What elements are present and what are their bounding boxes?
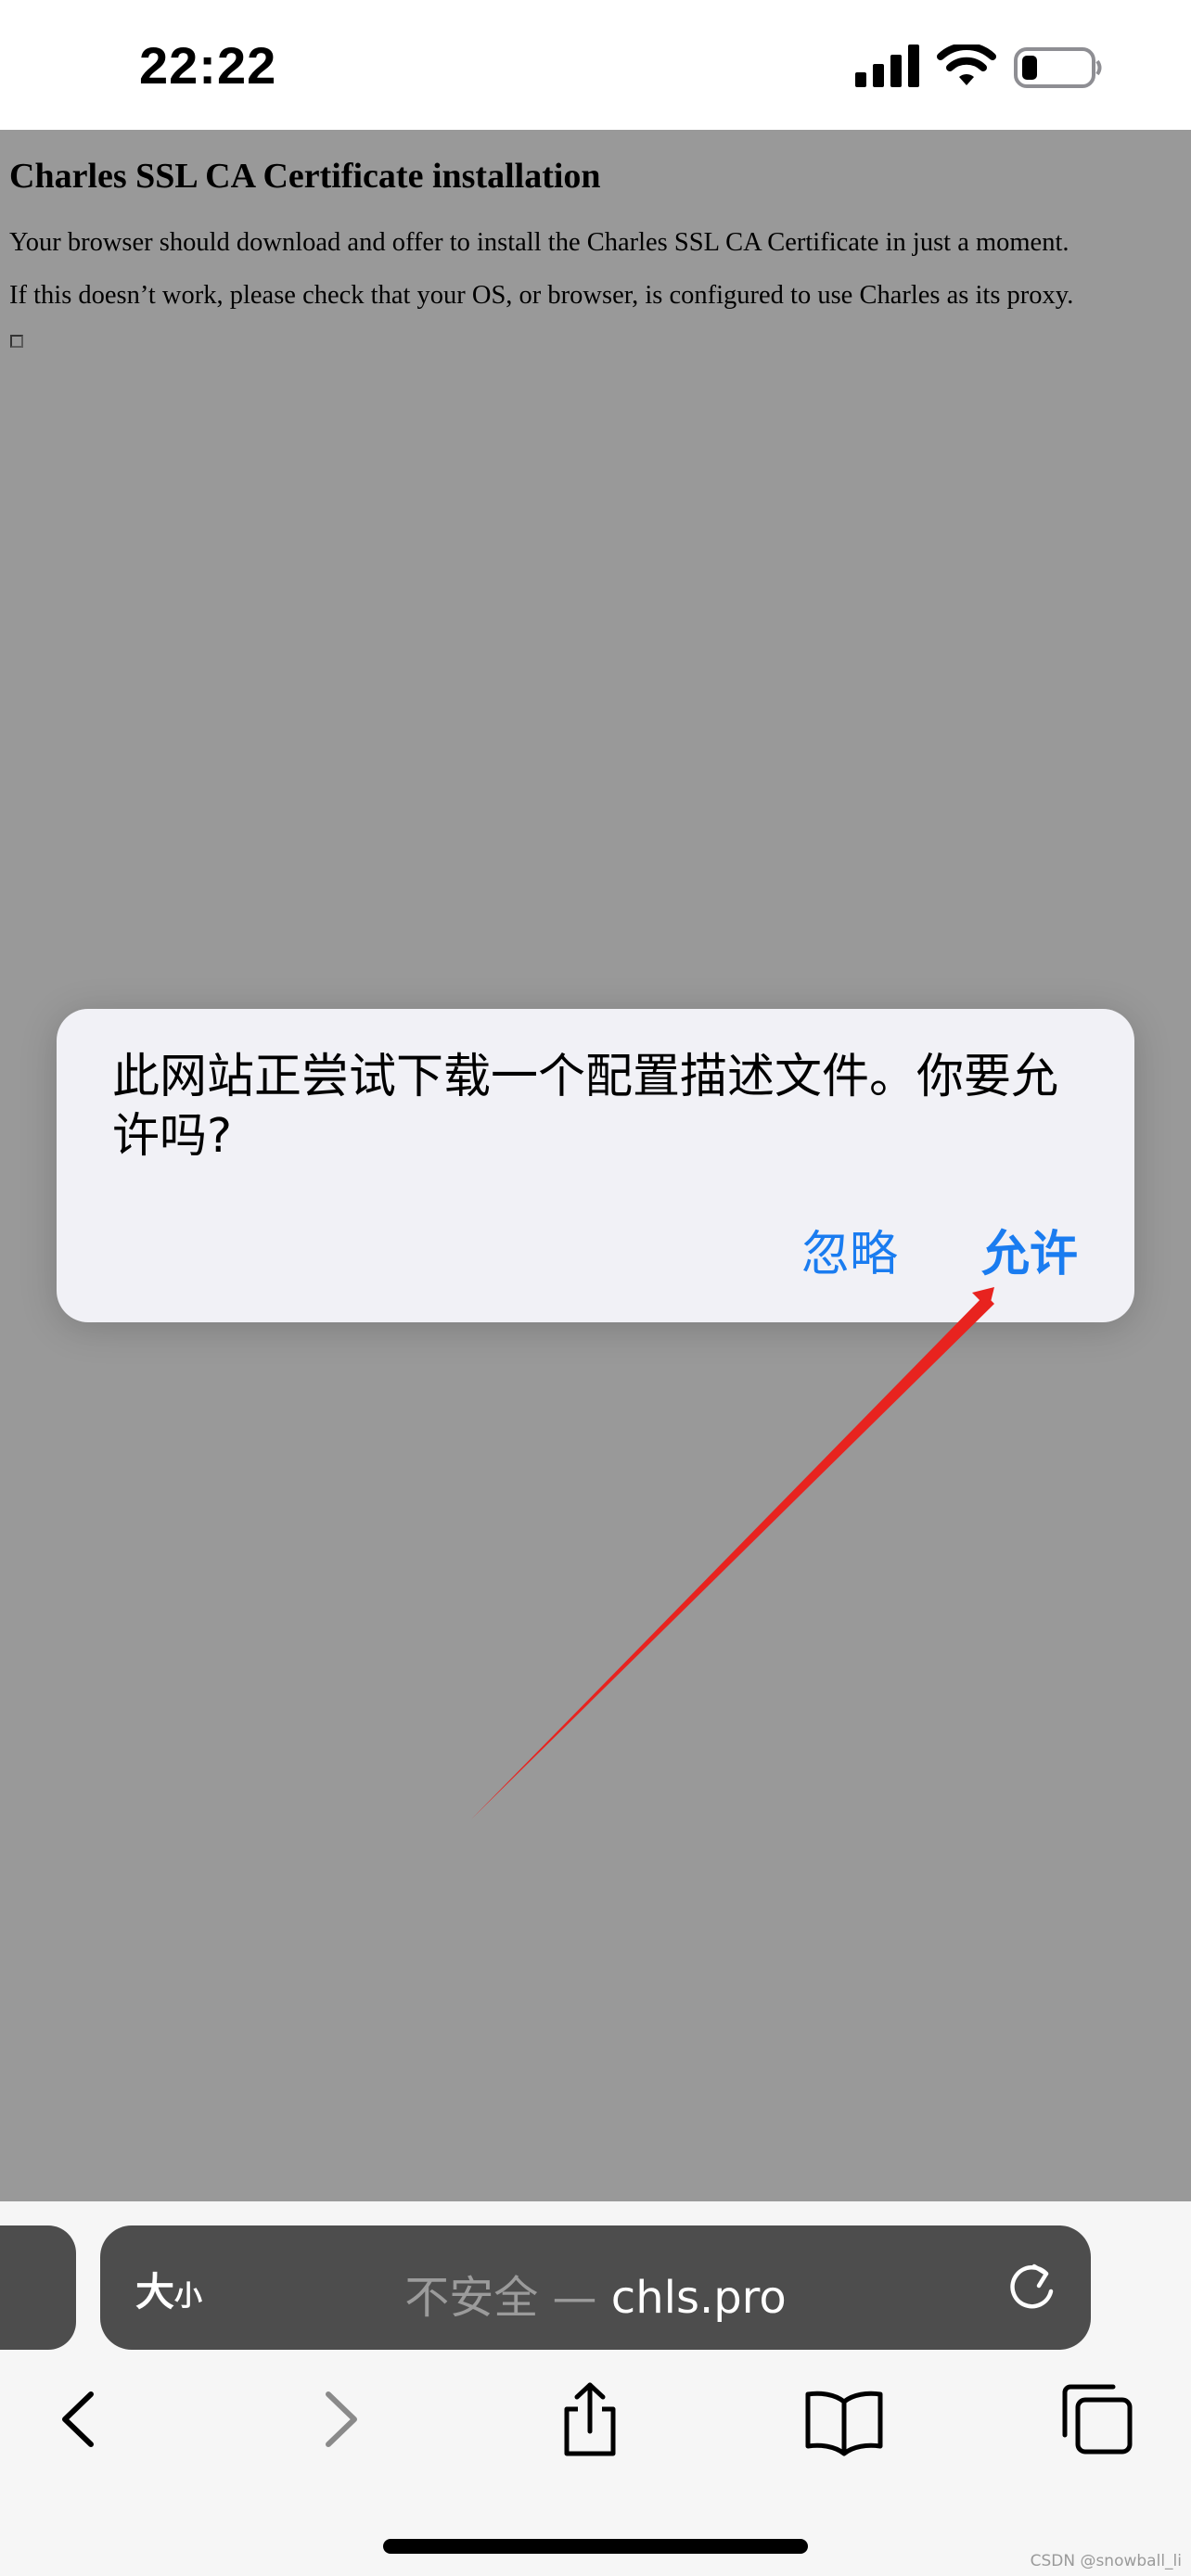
address-bar[interactable]: 大小 不安全 — chls.pro — [100, 2225, 1091, 2350]
back-icon[interactable] — [39, 2378, 122, 2461]
previous-tab-peek[interactable] — [0, 2225, 76, 2350]
alert-dialog: 此网站正尝试下载一个配置描述文件。你要允许吗? 忽略 允许 — [57, 1009, 1134, 1322]
status-bar: 22:22 — [0, 0, 1191, 130]
battery-icon — [1014, 47, 1102, 88]
url-host: chls.pro — [610, 2272, 787, 2324]
forward-icon[interactable] — [297, 2378, 380, 2461]
insecure-label: 不安全 — — [404, 2272, 611, 2324]
browser-toolbar — [0, 2378, 1191, 2470]
browser-bottom-bar: 大小 不安全 — chls.pro CSDN @snowball_li — [0, 2201, 1191, 2576]
bookmarks-icon[interactable] — [802, 2378, 886, 2461]
status-time: 22:22 — [139, 36, 277, 95]
tabs-icon[interactable] — [1056, 2378, 1139, 2461]
alert-message: 此网站正尝试下载一个配置描述文件。你要允许吗? — [112, 1050, 1059, 1164]
ignore-button[interactable]: 忽略 — [801, 1215, 898, 1284]
wifi-icon — [937, 45, 996, 85]
share-icon[interactable] — [548, 2378, 632, 2461]
cellular-signal-icon — [855, 45, 919, 87]
allow-button[interactable]: 允许 — [981, 1215, 1078, 1284]
home-indicator[interactable] — [383, 2539, 808, 2554]
reload-icon[interactable] — [1005, 2261, 1059, 2315]
url-display[interactable]: 不安全 — chls.pro — [100, 2261, 1091, 2326]
watermark: CSDN @snowball_li — [1030, 2552, 1182, 2570]
